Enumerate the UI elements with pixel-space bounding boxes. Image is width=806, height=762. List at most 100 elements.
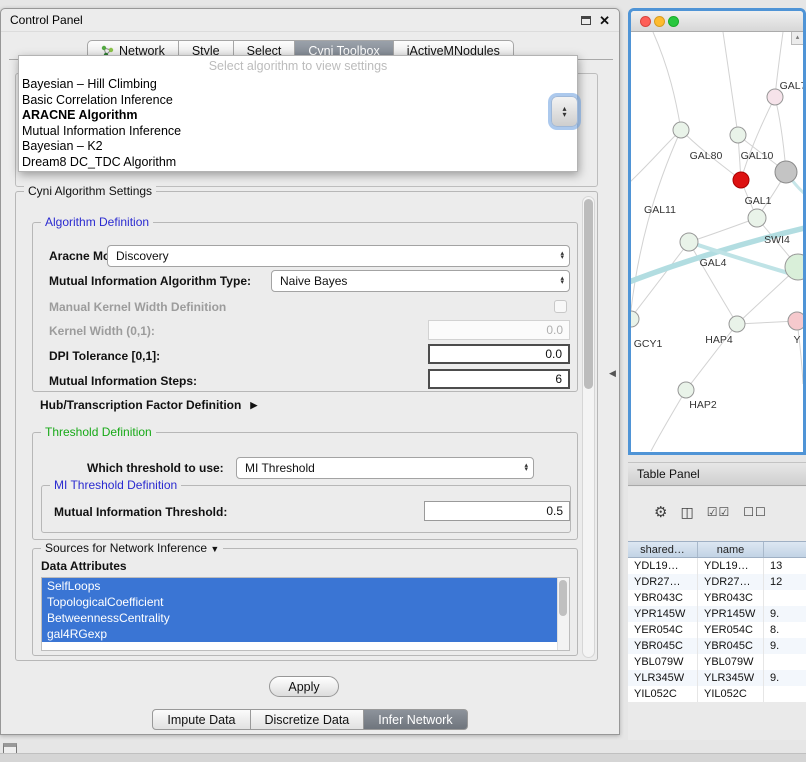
table-cell: 8.: [764, 622, 806, 638]
network-node[interactable]: [775, 161, 797, 183]
table-row[interactable]: YER054C YER054C 8.: [628, 622, 806, 638]
network-node[interactable]: [631, 311, 639, 327]
network-node-label: GCY1: [634, 338, 663, 350]
table-cell: 9.: [764, 638, 806, 654]
kernel-width-label: Kernel Width (0,1):: [49, 324, 155, 338]
scrollbar-thumb[interactable]: [559, 580, 567, 616]
algorithm-option[interactable]: Bayesian – Hill Climbing: [19, 77, 577, 93]
network-node[interactable]: [729, 316, 745, 332]
network-node[interactable]: [788, 312, 803, 330]
mi-algorithm-type-label: Mutual Information Algorithm Type:: [49, 274, 251, 288]
table-cell: YBR043C: [628, 590, 698, 606]
aracne-mode-select[interactable]: Discovery ▴▾: [107, 245, 570, 267]
cyni-algorithm-settings-group: Cyni Algorithm Settings Algorithm Defini…: [15, 191, 598, 661]
algorithm-option[interactable]: Bayesian – K2: [19, 139, 577, 155]
table-cell: YER054C: [698, 622, 764, 638]
chevron-updown-icon: ▴▾: [560, 252, 564, 261]
deselect-all-checkboxes-icon[interactable]: ☐☐: [743, 505, 767, 519]
table-cell: YIL052C: [698, 686, 764, 702]
table-row[interactable]: YDR27… YDR27… 12: [628, 574, 806, 590]
dpi-tolerance-field[interactable]: [428, 344, 570, 364]
gear-icon[interactable]: ⚙: [654, 503, 667, 521]
status-strip: [0, 753, 806, 762]
table-cell: YDL19…: [628, 558, 698, 574]
table-cell: YPR145W: [698, 606, 764, 622]
algorithm-option[interactable]: ARACNE Algorithm: [19, 108, 577, 124]
data-attribute-item[interactable]: gal4RGexp: [42, 626, 557, 642]
table-column-header[interactable]: shared…: [628, 542, 698, 557]
settings-scrollbar[interactable]: [582, 196, 595, 658]
split-pane-collapse-icon[interactable]: ◀: [609, 368, 616, 379]
close-traffic-light[interactable]: [640, 16, 651, 27]
close-icon[interactable]: ✕: [599, 14, 610, 27]
table-cell: YBR045C: [628, 638, 698, 654]
network-node[interactable]: [673, 122, 689, 138]
mi-algorithm-type-value: Naive Bayes: [280, 274, 347, 288]
algorithm-dropdown-popup: Select algorithm to view settings Bayesi…: [18, 55, 578, 172]
table-column-header[interactable]: name: [698, 542, 764, 557]
table-row[interactable]: YDL19… YDL19… 13: [628, 558, 806, 574]
which-threshold-select[interactable]: MI Threshold ▴▾: [236, 457, 534, 479]
network-node-label: HAP4: [705, 334, 733, 346]
zoom-traffic-light[interactable]: [668, 16, 679, 27]
hub-transcription-factor-section[interactable]: Hub/Transcription Factor Definition ▶: [40, 398, 257, 412]
sources-section-title[interactable]: Sources for Network Inference ▼: [41, 541, 223, 555]
hub-transcription-factor-label: Hub/Transcription Factor Definition: [40, 398, 241, 412]
table-row[interactable]: YBR043C YBR043C: [628, 590, 806, 606]
data-attribute-item[interactable]: BetweennessCentrality: [42, 610, 557, 626]
network-node[interactable]: [680, 233, 698, 251]
table-row[interactable]: YBL079W YBL079W: [628, 654, 806, 670]
network-node[interactable]: [748, 209, 766, 227]
table-column-header[interactable]: [764, 542, 806, 557]
bottom-tab[interactable]: Discretize Data: [251, 709, 365, 730]
table-cell: 12: [764, 574, 806, 590]
data-attributes-list[interactable]: SelfLoops TopologicalCoefficient Between…: [41, 577, 570, 651]
node-table: shared… name YDL19… YDL19… 13 YDR27… YDR…: [628, 541, 806, 702]
data-attribute-item[interactable]: TopologicalCoefficient: [42, 594, 557, 610]
table-cell: YDL19…: [698, 558, 764, 574]
mi-threshold-field[interactable]: [424, 501, 570, 521]
network-node-highlighted[interactable]: [733, 172, 749, 188]
table-cell: 13: [764, 558, 806, 574]
table-cell: YBR043C: [698, 590, 764, 606]
algorithm-option[interactable]: Mutual Information Inference: [19, 124, 577, 140]
list-scrollbar[interactable]: [557, 578, 569, 650]
minimize-traffic-light[interactable]: [654, 16, 665, 27]
table-row[interactable]: YPR145W YPR145W 9.: [628, 606, 806, 622]
algorithm-placeholder: Select algorithm to view settings: [19, 56, 577, 77]
algorithm-combobox-button[interactable]: ▴ ▾: [551, 96, 578, 127]
network-node[interactable]: [730, 127, 746, 143]
mi-threshold-definition-title: MI Threshold Definition: [50, 478, 181, 492]
scrollbar-up-arrow[interactable]: ▴: [791, 32, 803, 45]
network-node-label: Y: [793, 334, 800, 346]
select-all-checkboxes-icon[interactable]: ☑☑: [707, 505, 731, 519]
mi-steps-field[interactable]: [428, 369, 570, 389]
table-cell: YPR145W: [628, 606, 698, 622]
algorithm-option[interactable]: Basic Correlation Inference: [19, 93, 577, 109]
table-cell: [764, 686, 806, 702]
mi-algorithm-type-select[interactable]: Naive Bayes ▴▾: [271, 270, 570, 292]
network-node-label: SWI4: [764, 234, 790, 246]
table-cell: YDR27…: [698, 574, 764, 590]
table-cell: YLR345W: [628, 670, 698, 686]
network-node[interactable]: [678, 382, 694, 398]
table-row[interactable]: YIL052C YIL052C: [628, 686, 806, 702]
table-row[interactable]: YBR045C YBR045C 9.: [628, 638, 806, 654]
data-attributes-label: Data Attributes: [41, 559, 127, 573]
columns-icon[interactable]: ◫: [680, 504, 693, 521]
table-row[interactable]: YLR345W YLR345W 9.: [628, 670, 806, 686]
bottom-tab[interactable]: Impute Data: [152, 709, 250, 730]
network-node-label: GAL4: [700, 257, 727, 269]
bottom-tab[interactable]: Infer Network: [364, 709, 467, 730]
table-cell: [764, 654, 806, 670]
algorithm-option[interactable]: Dream8 DC_TDC Algorithm: [19, 155, 577, 171]
network-canvas[interactable]: GAL7 GAL80 GAL10 GAL11 GAL1 SWI4 GAL4 GC…: [631, 32, 803, 451]
float-window-icon[interactable]: [581, 16, 591, 25]
apply-button[interactable]: Apply: [269, 676, 339, 697]
table-cell: 9.: [764, 670, 806, 686]
collapse-down-icon: ▼: [210, 544, 219, 554]
chevron-down-icon: ▾: [562, 112, 566, 118]
data-attribute-item[interactable]: SelfLoops: [42, 578, 557, 594]
threshold-definition-title: Threshold Definition: [41, 425, 156, 439]
scrollbar-thumb[interactable]: [584, 199, 593, 389]
